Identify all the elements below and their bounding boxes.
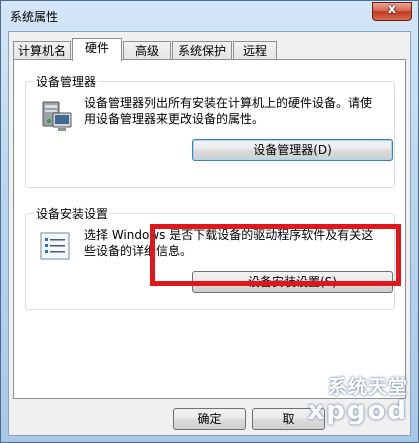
tab-system-protection[interactable]: 系统保护 bbox=[172, 41, 232, 60]
device-manager-description-line1: 设备管理器列出所有安装在计算机上的硬件设备。请使 bbox=[84, 96, 373, 110]
watermark-en-text: xpgod bbox=[307, 396, 408, 426]
device-manager-button[interactable]: 设备管理器(D) bbox=[192, 139, 393, 161]
highlight-annotation-box bbox=[150, 224, 401, 286]
device-install-group-title: 设备安装设置 bbox=[34, 205, 111, 222]
system-properties-window: 系统属性 x 计算机名 硬件 高级 系统保护 远程 设备管理器 设备管理器列出所… bbox=[0, 0, 419, 443]
close-icon: x bbox=[387, 2, 397, 17]
device-manager-group-title: 设备管理器 bbox=[34, 73, 99, 90]
computer-device-manager-icon bbox=[42, 101, 72, 131]
tab-hardware[interactable]: 硬件 bbox=[72, 38, 122, 61]
site-watermark: 系统天堂 xpgod bbox=[264, 370, 414, 440]
window-title: 系统属性 bbox=[10, 10, 59, 24]
device-manager-description: 设备管理器列出所有安装在计算机上的硬件设备。请使 用设备管理器来更改设备的属性。 bbox=[84, 95, 394, 127]
ok-button[interactable]: 确定 bbox=[173, 408, 246, 430]
title-bar[interactable]: 系统属性 x bbox=[1, 1, 418, 31]
watermark-cn-text: 系统天堂 bbox=[327, 376, 408, 398]
close-button[interactable]: x bbox=[372, 2, 412, 21]
device-manager-group: 设备管理器 设备管理器列出所有安装在计算机上的硬件设备。请使 用设备管理器来更改… bbox=[25, 73, 395, 188]
device-manager-description-line2: 用设备管理器来更改设备的属性。 bbox=[84, 112, 265, 126]
tab-remote[interactable]: 远程 bbox=[233, 41, 277, 60]
checklist-icon bbox=[40, 232, 70, 260]
tab-computer-name[interactable]: 计算机名 bbox=[13, 41, 71, 60]
tab-advanced[interactable]: 高级 bbox=[123, 41, 171, 60]
